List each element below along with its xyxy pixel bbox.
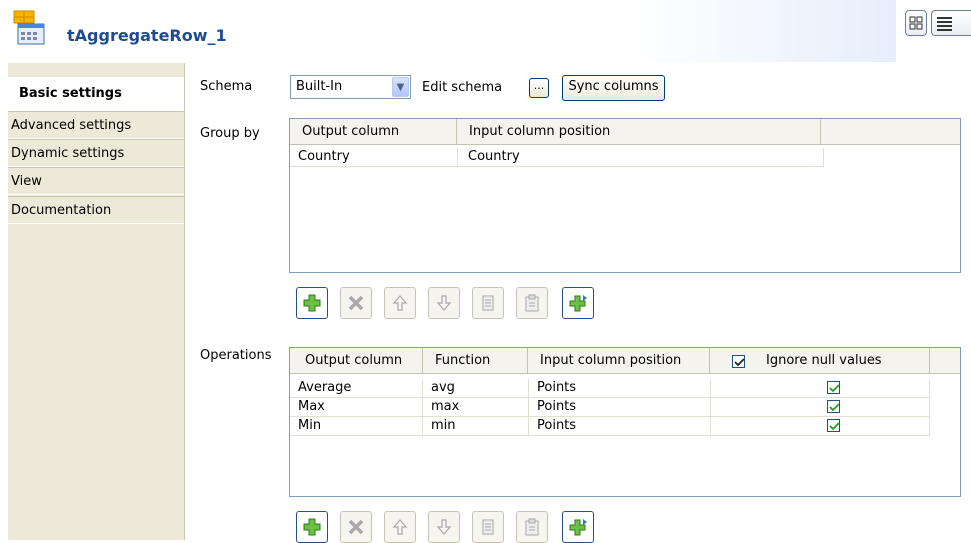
add-button[interactable]	[296, 287, 328, 319]
operations-header-input[interactable]: Input column position	[528, 348, 710, 374]
ignore-null-checkbox[interactable]	[827, 419, 840, 432]
schema-select-value: Built-In	[296, 79, 343, 94]
table-cell[interactable]: avg	[423, 379, 529, 398]
table-cell[interactable]: min	[423, 417, 529, 436]
table-cell[interactable]: Points	[529, 398, 711, 417]
delete-icon	[348, 519, 364, 535]
paste-button[interactable]	[516, 287, 548, 319]
add-icon	[303, 294, 321, 312]
delete-icon	[348, 295, 364, 311]
copy-icon	[482, 519, 494, 535]
table-cell[interactable]: Points	[529, 379, 711, 398]
settings-sidebar: Basic settings Advanced settings Dynamic…	[8, 63, 185, 540]
edit-schema-label: Edit schema	[422, 80, 503, 95]
group-by-header-input[interactable]: Input column position	[457, 119, 821, 145]
insert-button[interactable]	[562, 287, 594, 319]
copy-icon	[482, 295, 494, 311]
operations-header-output[interactable]: Output column	[290, 348, 423, 374]
table-cell[interactable]: Country	[290, 148, 458, 167]
operations-header-filler	[930, 348, 960, 374]
paste-icon	[525, 518, 539, 536]
move-up-icon	[392, 519, 408, 535]
group-by-label: Group by	[200, 126, 260, 141]
move-up-button[interactable]	[384, 287, 416, 319]
copy-button[interactable]	[472, 287, 504, 319]
delete-button[interactable]	[340, 287, 372, 319]
list-view-icon	[937, 17, 952, 31]
grid-view-button[interactable]	[905, 10, 927, 36]
sync-columns-button[interactable]: Sync columns	[562, 75, 665, 101]
insert-button[interactable]	[562, 511, 594, 543]
operations-header-function[interactable]: Function	[423, 348, 528, 374]
schema-select[interactable]: Built-In ▼	[290, 75, 411, 99]
group-by-header-output[interactable]: Output column	[290, 119, 457, 145]
tab-dynamic-settings[interactable]: Dynamic settings	[8, 139, 184, 167]
ignore-null-checkbox[interactable]	[827, 400, 840, 413]
table-cell[interactable]: Average	[290, 379, 423, 398]
insert-icon	[569, 295, 587, 312]
ignore-null-checkbox[interactable]	[827, 381, 840, 394]
table-cell[interactable]: max	[423, 398, 529, 417]
insert-icon	[569, 519, 587, 536]
schema-label: Schema	[200, 79, 253, 94]
operations-table: Output column Function Input column posi…	[289, 347, 961, 497]
paste-icon	[525, 294, 539, 312]
table-cell[interactable]: Max	[290, 398, 423, 417]
delete-button[interactable]	[340, 511, 372, 543]
tab-view[interactable]: View	[8, 167, 184, 195]
table-cell[interactable]: Min	[290, 417, 423, 436]
tab-advanced-settings[interactable]: Advanced settings	[8, 111, 184, 139]
group-by-header-filler	[821, 119, 960, 145]
table-cell[interactable]	[711, 379, 930, 398]
move-up-icon	[392, 295, 408, 311]
table-cell[interactable]	[711, 398, 930, 417]
aggregate-component-icon	[12, 10, 48, 46]
grid-view-icon	[909, 16, 923, 30]
paste-button[interactable]	[516, 511, 548, 543]
component-title: tAggregateRow_1	[67, 26, 227, 45]
ignore-null-header-checkbox[interactable]	[732, 355, 745, 368]
move-up-button[interactable]	[384, 511, 416, 543]
group-by-table: Output column Input column position Coun…	[289, 118, 961, 273]
component-header: tAggregateRow_1	[0, 0, 896, 62]
move-down-button[interactable]	[428, 287, 460, 319]
add-button[interactable]	[296, 511, 328, 543]
table-cell[interactable]: Country	[458, 148, 824, 167]
move-down-icon	[436, 519, 452, 535]
copy-button[interactable]	[472, 511, 504, 543]
edit-schema-button[interactable]: ...	[529, 78, 549, 98]
operations-label: Operations	[200, 348, 272, 363]
chevron-down-icon[interactable]: ▼	[392, 77, 409, 97]
list-view-button[interactable]	[931, 10, 971, 36]
table-cell[interactable]	[711, 417, 930, 436]
tab-basic-settings[interactable]: Basic settings	[8, 77, 184, 111]
add-icon	[303, 518, 321, 536]
table-cell[interactable]: Points	[529, 417, 711, 436]
tab-documentation[interactable]: Documentation	[8, 196, 184, 224]
move-down-icon	[436, 295, 452, 311]
move-down-button[interactable]	[428, 511, 460, 543]
